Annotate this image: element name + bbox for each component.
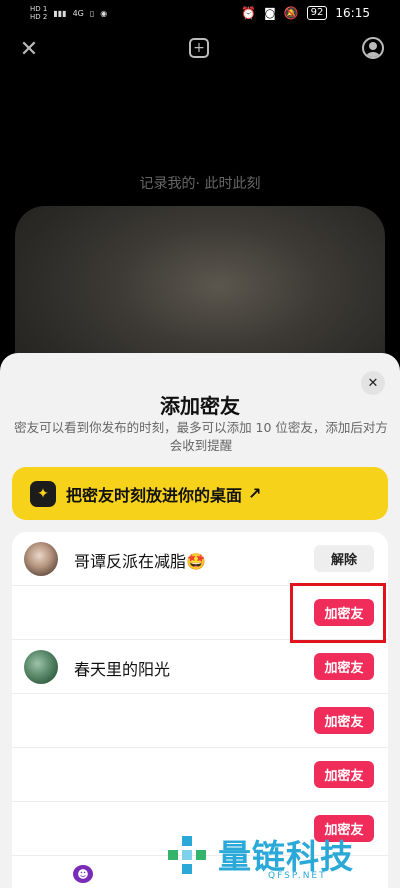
camera-status-icon: ◙ [264, 6, 276, 20]
status-right: ⏰ ◙ 🔕 92 16:15 [241, 6, 370, 20]
signal-icon: ▮▮▮ [53, 8, 67, 18]
avatar [24, 542, 58, 576]
status-left: HD 1 HD 2 ▮▮▮ 4G ▯ ◉ [30, 5, 107, 21]
top-bar: ✕ + [0, 30, 400, 70]
camera-hint-text: 记录我的· 此时此刻 [139, 176, 261, 192]
list-item: 春天里的阳光 加密友 [12, 640, 388, 694]
list-item: 哥谭反派在减脂🤩 解除 [12, 532, 388, 586]
list-item: 加密友 [12, 748, 388, 802]
add-square-icon[interactable]: + [189, 38, 209, 58]
watermark-logo: 量链科技 QFSP.NET [168, 830, 378, 882]
remove-friend-button[interactable]: 解除 [314, 545, 374, 572]
status-bar: HD 1 HD 2 ▮▮▮ 4G ▯ ◉ ⏰ ◙ 🔕 92 16:15 [0, 0, 400, 28]
sparkle-icon: ✦ [30, 480, 56, 507]
annotation-highlight-box [290, 583, 386, 643]
wechat-icon: ◉ [100, 8, 108, 18]
sheet-title: 添加密友 [160, 394, 240, 418]
battery-indicator: 92 [306, 6, 328, 20]
clock: 16:15 [335, 6, 370, 20]
sim2-label: HD 2 [30, 13, 48, 21]
arrow-up-right-icon: ↗ [248, 484, 262, 503]
sim-card-icon: ▯ [89, 8, 95, 18]
devil-emoji-icon: ☻ [73, 865, 93, 883]
alarm-icon: ⏰ [241, 6, 257, 20]
avatar [24, 758, 58, 792]
friend-name: 哥谭反派在减脂🤩 [74, 552, 206, 571]
watermark-subtext: QFSP.NET [268, 871, 327, 881]
sim-indicators: HD 1 HD 2 [30, 5, 47, 21]
add-widget-label: 把密友时刻放进你的桌面 [66, 485, 243, 505]
add-friend-button[interactable]: 加密友 [314, 761, 374, 788]
network-label: 4G [72, 8, 84, 18]
avatar [24, 812, 58, 846]
avatar [24, 650, 58, 684]
add-widget-button[interactable]: ✦ 把密友时刻放进你的桌面 ↗ [12, 467, 388, 520]
list-item: 加密友 [12, 694, 388, 748]
sim1-label: HD 1 [30, 5, 48, 13]
sheet-description: 密友可以看到你发布的时刻，最多可以添加 10 位密友，添加后对方会收到提醒 [14, 420, 388, 453]
close-icon[interactable]: ✕ [16, 36, 42, 62]
avatar [24, 596, 58, 630]
avatar [24, 704, 58, 738]
friend-name: 春天里的阳光 [74, 660, 171, 679]
profile-icon[interactable] [362, 37, 384, 59]
add-friend-button[interactable]: 加密友 [314, 707, 374, 734]
watermark-icon [168, 836, 206, 874]
add-friend-button[interactable]: 加密友 [314, 653, 374, 680]
mute-bell-icon: 🔕 [283, 6, 299, 20]
